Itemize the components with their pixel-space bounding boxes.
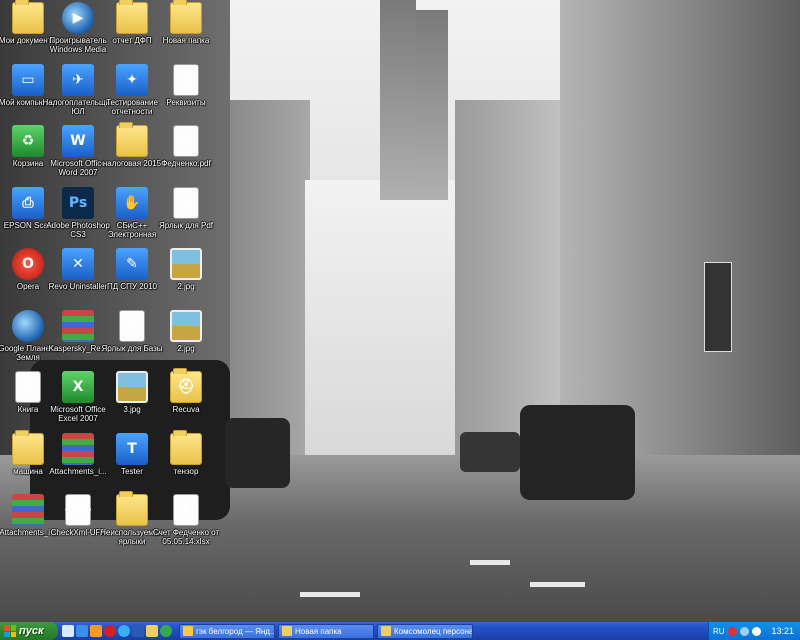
media-player-icon[interactable] [90, 625, 102, 637]
network-icon[interactable] [739, 626, 749, 636]
system-tray: RU 13:21 [708, 622, 800, 640]
folder-icon [12, 0, 44, 34]
archive-icon [62, 432, 94, 465]
desktop-icon-label: Новая папка [162, 36, 210, 45]
excel-file-icon: X [173, 494, 199, 526]
shortcut-icon: ↗ [173, 186, 199, 219]
sbis-icon: ✋ [116, 186, 148, 219]
desktop-icon-label: Счет Федченко от 05.05.14.xlsx [152, 528, 220, 546]
update-icon[interactable] [160, 625, 172, 637]
xml-icon: </> [64, 494, 92, 526]
pdspu-icon: ✎ [116, 248, 148, 280]
desktop-icon-label: Recuva [172, 405, 200, 414]
desktop-icon[interactable]: A Федченко.pdf [150, 125, 222, 187]
excel-icon: X [62, 371, 94, 403]
scanner-icon: ⎙ [12, 186, 44, 219]
folder-icon [282, 626, 292, 636]
desktop-icon[interactable]: X Счет Федченко от 05.05.14.xlsx [150, 494, 222, 556]
desktop-icon-label: Реквизиты [166, 97, 206, 107]
pdf-icon: A [173, 125, 199, 157]
photoshop-icon: Ps [62, 186, 94, 219]
skype-icon[interactable] [118, 625, 130, 637]
desktop-icon[interactable]: тензор [150, 429, 222, 495]
language-indicator[interactable]: RU [713, 627, 725, 636]
taskbar: пуск гэк белгород — Янд... Новая папка Ком… [0, 622, 800, 640]
media-player-icon: ▶ [62, 2, 94, 34]
image-icon [170, 309, 202, 342]
word-icon[interactable] [132, 625, 144, 637]
folder-icon [116, 491, 148, 526]
taskbar-task-button[interactable]: Комсомолец персона... [377, 623, 473, 639]
task-buttons: гэк белгород — Янд... Новая папка Комсомол… [176, 623, 473, 639]
recuva-icon: ⛑ [170, 368, 202, 403]
desktop-icon[interactable]: 2.jpg [150, 309, 222, 372]
tax-app-icon: ✈ [62, 63, 94, 96]
tester-icon: T [116, 432, 148, 465]
folder-icon [170, 429, 202, 465]
shortcut-icon: ↗ [119, 309, 145, 342]
quick-launch [62, 625, 172, 637]
word-icon: W [62, 125, 94, 157]
document-icon: ≡ [173, 63, 199, 96]
taskbar-task-label: Новая папка [295, 626, 342, 636]
taskbar-task-label: Комсомолец персона... [394, 626, 473, 636]
archive-icon [62, 309, 94, 342]
folder-icon [116, 122, 148, 157]
desktop-icon[interactable]: 2.jpg [150, 248, 222, 310]
start-button[interactable]: пуск [0, 622, 58, 640]
desktop-icon[interactable]: ≡ Реквизиты [150, 63, 222, 126]
folder-icon [12, 429, 44, 465]
folder-icon [170, 0, 202, 34]
desktop-icon[interactable]: ⛑ Recuva [150, 368, 222, 433]
windows-logo-icon [4, 625, 16, 637]
show-desktop-icon[interactable] [62, 625, 74, 637]
taskbar-task-button[interactable]: Новая папка [278, 623, 374, 639]
folder-icon[interactable] [146, 625, 158, 637]
start-label: пуск [19, 625, 44, 637]
desktop-icon[interactable]: ↗ Ярлык для Pdf [150, 186, 222, 249]
google-earth-icon [12, 309, 44, 342]
uninstaller-icon: ✕ [62, 248, 94, 280]
folder-icon [116, 0, 148, 34]
archive-icon [12, 494, 44, 526]
taskbar-task-label: гэк белгород — Янд... [196, 626, 275, 636]
desktop-icon[interactable]: Новая папка [150, 0, 222, 64]
test-icon: ✦ [116, 63, 148, 96]
clock[interactable]: 13:21 [771, 626, 794, 636]
desktop-icon-label: Федченко.pdf [161, 159, 211, 168]
desktop-icon-label: 2.jpg [177, 282, 195, 291]
folder-icon [381, 626, 391, 636]
desktop-icon-label: 2.jpg [177, 343, 195, 353]
volume-icon[interactable] [751, 626, 761, 636]
opera-icon: O [12, 248, 44, 280]
internet-explorer-icon[interactable] [76, 625, 88, 637]
image-icon [116, 371, 148, 403]
book-icon: ▥ [15, 371, 41, 403]
browser-icon [183, 626, 193, 636]
antivirus-icon[interactable] [727, 626, 737, 636]
desktop-icon-label: тензор [173, 466, 199, 476]
taskbar-task-button[interactable]: гэк белгород — Янд... [179, 623, 275, 639]
computer-icon: ▭ [12, 63, 44, 96]
recycle-bin-icon: ♻ [12, 125, 44, 157]
desktop-icon-label: Ярлык для Pdf [159, 220, 213, 230]
image-icon [170, 248, 202, 280]
opera-icon[interactable] [104, 625, 116, 637]
